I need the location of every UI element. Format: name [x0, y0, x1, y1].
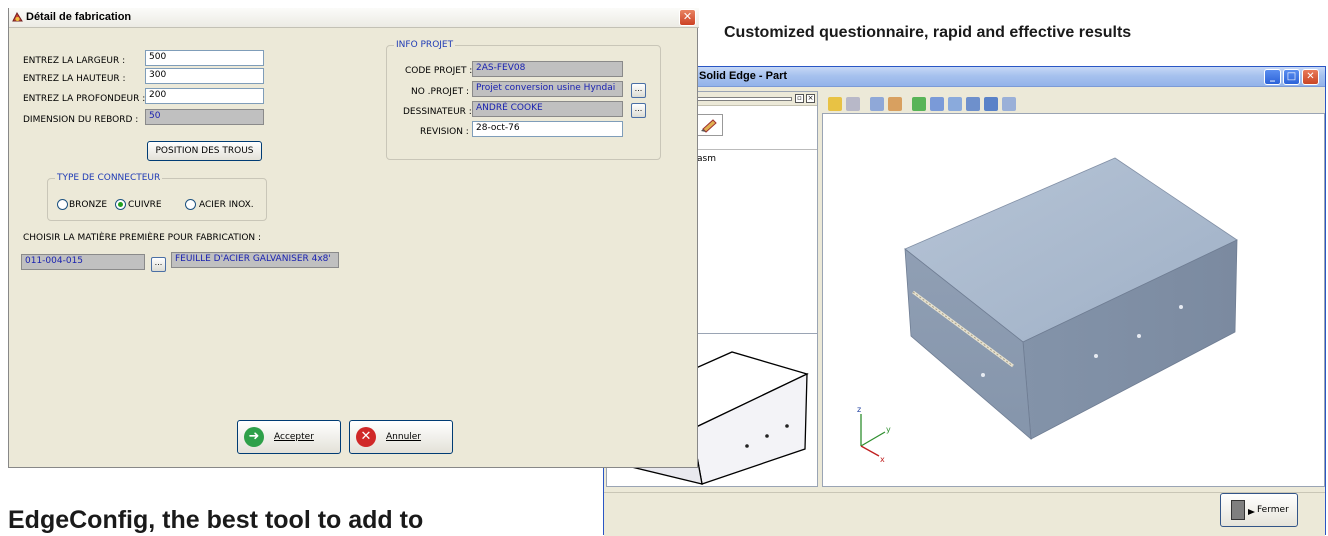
- status-area: [604, 492, 1325, 536]
- 3d-viewport[interactable]: z y x: [822, 113, 1325, 487]
- svg-text:y: y: [886, 425, 891, 434]
- tree-item-asm[interactable]: asm: [697, 154, 716, 164]
- accepter-button[interactable]: ➜ Accepter: [237, 420, 341, 454]
- code-projet-input: 2AS-FEV08: [472, 61, 623, 77]
- axis-triad-icon: z y x: [857, 405, 891, 464]
- close-button[interactable]: ✕: [1302, 69, 1319, 85]
- caption-top-right: Customized questionnaire, rapid and effe…: [724, 24, 1132, 41]
- exit-door-icon: [1231, 500, 1255, 520]
- annuler-button[interactable]: ✕ Annuler: [349, 420, 453, 454]
- box-3d-model: z y x: [857, 157, 1238, 464]
- view-toolbar: [826, 95, 1326, 113]
- profondeur-input[interactable]: 200: [145, 88, 264, 104]
- rebord-label: DIMENSION DU REBORD :: [23, 115, 139, 125]
- fit-icon[interactable]: [966, 97, 980, 111]
- solid-edge-title: Solid Edge - Part: [699, 70, 788, 82]
- revision-input[interactable]: 28-oct-76: [472, 121, 623, 137]
- material-code-input: 011-004-015: [21, 254, 145, 270]
- fermer-button[interactable]: Fermer: [1220, 493, 1298, 527]
- material-label: CHOISIR LA MATIÈRE PREMIÈRE POUR FABRICA…: [23, 233, 262, 243]
- dialog-close-button[interactable]: ✕: [679, 9, 696, 26]
- radio-acier-inox[interactable]: [185, 199, 196, 210]
- dessinateur-input: ANDRÉ COOKE: [472, 101, 623, 117]
- arrow-right-icon: ➜: [244, 427, 264, 447]
- app-icon: [12, 11, 23, 22]
- panel-restore-icon[interactable]: ▫: [795, 94, 804, 103]
- caption-bottom-left: EdgeConfig, the best tool to add to: [8, 506, 424, 534]
- minimize-button[interactable]: _: [1264, 69, 1281, 85]
- print-icon[interactable]: [846, 97, 860, 111]
- profondeur-label: ENTREZ LA PROFONDEUR :: [23, 94, 146, 104]
- solid-edge-title-bar: Solid Edge - Part _ □ ✕: [604, 67, 1325, 87]
- svg-text:z: z: [857, 405, 861, 414]
- view-orient-icon[interactable]: [1002, 97, 1016, 111]
- radio-bronze-label: BRONZE: [69, 200, 108, 210]
- project-info-legend: INFO PROJET: [394, 40, 456, 50]
- solid-edge-window: Solid Edge - Part _ □ ✕ ▫ × asm z y x Fe…: [603, 66, 1326, 536]
- svg-text:x: x: [880, 455, 885, 464]
- accepter-label: Accepter: [274, 432, 314, 442]
- no-projet-input: Projet conversion usine Hyndai: [472, 81, 623, 97]
- pathfinder-tab[interactable]: [695, 114, 723, 136]
- cancel-x-icon: ✕: [356, 427, 376, 447]
- material-description-input: FEUILLE D'ACIER GALVANISER 4x8': [171, 252, 339, 268]
- largeur-input[interactable]: 500: [145, 50, 264, 66]
- position-trous-button[interactable]: POSITION DES TROUS: [147, 141, 262, 161]
- radio-cuivre-label: CUIVRE: [128, 200, 162, 210]
- view-icon[interactable]: [870, 97, 884, 111]
- dialog-title: Détail de fabrication: [26, 11, 132, 23]
- radio-cuivre[interactable]: [115, 199, 126, 210]
- radio-acier-inox-label: ACIER INOX.: [199, 200, 254, 210]
- maximize-button[interactable]: □: [1283, 69, 1300, 85]
- annuler-label: Annuler: [386, 432, 422, 442]
- radio-bronze[interactable]: [57, 199, 68, 210]
- material-browse-button[interactable]: ...: [151, 257, 166, 272]
- pan-icon[interactable]: [984, 97, 998, 111]
- largeur-label: ENTREZ LA LARGEUR :: [23, 56, 126, 66]
- revision-label: REVISION :: [420, 127, 469, 137]
- hauteur-label: ENTREZ LA HAUTEUR :: [23, 74, 126, 84]
- panel-close-icon[interactable]: ×: [806, 94, 815, 103]
- rotate-icon[interactable]: [912, 97, 926, 111]
- zoom-icon[interactable]: [948, 97, 962, 111]
- code-projet-label: CODE PROJET :: [405, 66, 473, 76]
- connector-group-legend: TYPE DE CONNECTEUR: [55, 173, 163, 183]
- no-projet-label: NO .PROJET :: [411, 87, 470, 97]
- dialog-title-bar: Détail de fabrication ✕: [9, 8, 699, 28]
- projet-browse-button[interactable]: ...: [631, 83, 646, 98]
- shade-icon[interactable]: [888, 97, 902, 111]
- rebord-input: 50: [145, 109, 264, 125]
- hauteur-input[interactable]: 300: [145, 68, 264, 84]
- pencil-icon: [701, 119, 717, 133]
- open-icon[interactable]: [828, 97, 842, 111]
- detail-fabrication-dialog: Détail de fabrication ✕ ENTREZ LA LARGEU…: [8, 8, 699, 468]
- fermer-label: Fermer: [1257, 505, 1289, 515]
- zoom-area-icon[interactable]: [930, 97, 944, 111]
- dessinateur-browse-button[interactable]: ...: [631, 103, 646, 118]
- dessinateur-label: DESSINATEUR :: [403, 107, 472, 117]
